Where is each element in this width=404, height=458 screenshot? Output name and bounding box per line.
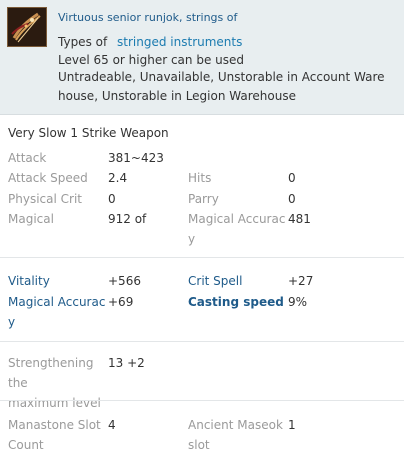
- stat-value-attack-speed: 2.4: [108, 171, 128, 185]
- bonus-label-crit-spell: Crit Spell: [188, 274, 243, 288]
- types-prefix: Types of: [58, 35, 108, 49]
- stat-label-attack-speed: Attack Speed: [8, 171, 88, 185]
- section-divider: [0, 341, 404, 342]
- bonus-value-vitality: +566: [108, 274, 141, 288]
- bonus-value-casting-speed: 9%: [288, 295, 308, 309]
- stat-value-magical: 912 of: [108, 212, 147, 226]
- stat-label-physical-crit: Physical Crit: [8, 192, 82, 206]
- bonus-value-crit-spell: +27: [288, 274, 314, 288]
- weapon-type: Very Slow 1 Strike Weapon: [8, 126, 169, 140]
- stat-label-parry: Parry: [188, 192, 219, 206]
- stat-value-hits: 0: [288, 171, 296, 185]
- stat-label-magical-accuracy: Magical Accurac y: [188, 212, 286, 246]
- item-type-line: Types of stringed instruments: [58, 35, 242, 49]
- tooltip-header: Virtuous senior runjok, strings of Types…: [0, 0, 404, 115]
- bonus-label-magical-accuracy: Magical Accurac y: [8, 295, 106, 329]
- bonus-label-vitality: Vitality: [8, 274, 50, 288]
- restrictions-line-2: house, Unstorable in Legion Warehouse: [58, 89, 296, 103]
- ancient-maseok-slot-label: Ancient Maseok slot: [188, 418, 283, 452]
- item-title: Virtuous senior runjok, strings of: [58, 11, 238, 24]
- enhance-label: Strengthening the maximum level: [8, 356, 101, 410]
- types-link[interactable]: stringed instruments: [117, 35, 242, 49]
- item-icon: [7, 7, 47, 47]
- section-divider: [0, 400, 404, 401]
- stat-value-attack: 381~423: [108, 151, 164, 165]
- manastone-slot-label: Manastone Slot Count: [8, 418, 101, 452]
- level-requirement: Level 65 or higher can be used: [58, 53, 244, 67]
- manastone-slot-value: 4: [108, 418, 116, 432]
- enhance-value: 13 +2: [108, 356, 145, 370]
- bonus-label-casting-speed: Casting speed: [188, 295, 284, 309]
- item-tooltip: Virtuous senior runjok, strings of Types…: [0, 0, 404, 458]
- stat-label-magical: Magical: [8, 212, 54, 226]
- stat-value-parry: 0: [288, 192, 296, 206]
- stat-label-attack: Attack: [8, 151, 47, 165]
- ancient-maseok-slot-value: 1: [288, 418, 296, 432]
- stringed-instrument-icon: [8, 8, 46, 46]
- stat-label-hits: Hits: [188, 171, 212, 185]
- bonus-value-magical-accuracy: +69: [108, 295, 134, 309]
- section-divider: [0, 257, 404, 258]
- restrictions-line-1: Untradeable, Unavailable, Unstorable in …: [58, 70, 385, 84]
- stat-value-physical-crit: 0: [108, 192, 116, 206]
- stat-value-magical-accuracy: 481: [288, 212, 311, 226]
